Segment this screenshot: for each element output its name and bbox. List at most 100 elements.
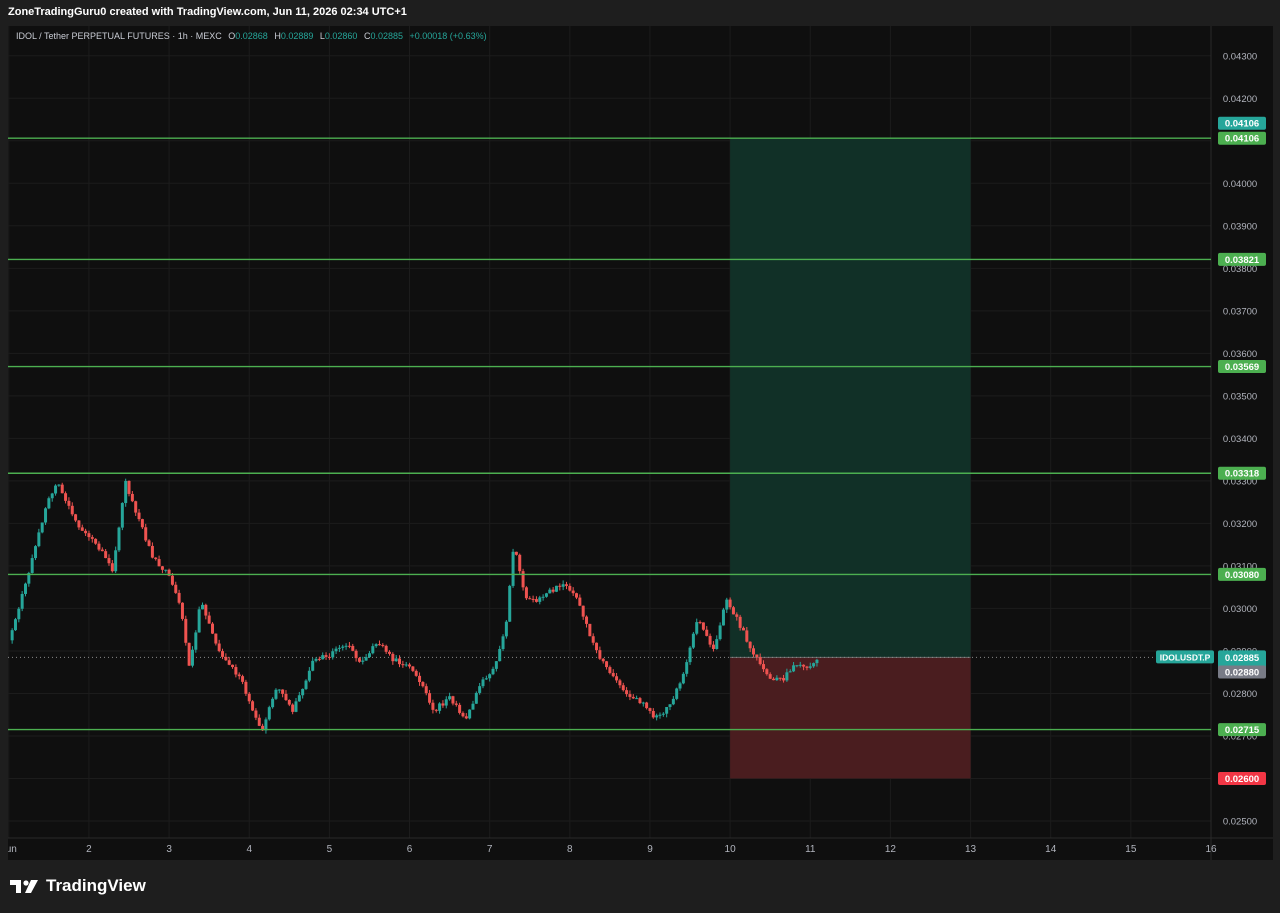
candle-body (735, 614, 739, 617)
candle-body (50, 493, 54, 499)
candle-body (114, 550, 118, 572)
candle-body (481, 679, 485, 687)
stop-price-label: 0.02600 (1225, 774, 1259, 785)
candle-body (575, 593, 579, 598)
candle-body (504, 621, 508, 637)
candle-body (772, 678, 776, 681)
candle-body (140, 519, 144, 528)
candle-body (588, 623, 592, 637)
candle-body (110, 563, 114, 572)
candle-body (484, 678, 488, 680)
candle-body (651, 710, 655, 718)
y-tick-label: 0.03400 (1223, 434, 1257, 445)
candle-body (77, 520, 81, 528)
candle-body (698, 622, 702, 624)
candle-body (391, 653, 395, 662)
x-tick-label: 5 (327, 844, 333, 855)
level-price-label: 0.03569 (1225, 362, 1259, 373)
candle-body (177, 592, 181, 603)
candle-body (524, 587, 528, 599)
candle-body (297, 695, 301, 702)
candle-body (528, 598, 532, 600)
candle-body (57, 484, 61, 486)
candle-body (211, 623, 215, 634)
candle-body (367, 653, 371, 658)
candle-body (207, 615, 211, 624)
candle-body (421, 682, 425, 687)
candle-body (508, 585, 512, 622)
candle-body (344, 645, 348, 647)
candle-body (80, 527, 84, 531)
candle-body (688, 647, 692, 663)
close-value: 0.02885 (370, 31, 403, 41)
candle-body (591, 636, 595, 643)
candle-body (60, 484, 64, 494)
chart-panel[interactable]: 0.025000.026000.027000.028000.029000.030… (8, 26, 1273, 860)
candle-body (548, 589, 552, 594)
gray-price-label: 0.02880 (1225, 667, 1259, 678)
candle-body (428, 693, 432, 703)
candle-body (294, 701, 298, 712)
x-tick-label: 11 (805, 844, 816, 855)
level-price-label: 0.03821 (1225, 255, 1260, 266)
candle-body (762, 664, 766, 670)
candle-body (324, 655, 328, 657)
candle-body (638, 698, 642, 704)
candle-body (70, 505, 74, 515)
target-price-label: 0.04106 (1225, 119, 1259, 130)
candle-body (170, 575, 174, 585)
candle-body (768, 674, 772, 679)
y-tick-label: 0.03600 (1223, 349, 1257, 360)
candle-body (304, 680, 308, 689)
candle-body (511, 551, 515, 586)
candle-body (234, 667, 238, 675)
y-tick-label: 0.03500 (1223, 391, 1257, 402)
candle-body (264, 719, 268, 731)
level-price-label: 0.03080 (1225, 570, 1259, 581)
candle-body (681, 673, 685, 684)
candle-body (745, 630, 749, 642)
candle-body (538, 597, 542, 602)
candle-body (585, 616, 589, 624)
candle-body (117, 527, 121, 551)
change-value: +0.00018 (+0.63%) (409, 31, 487, 41)
candle-body (271, 698, 275, 708)
tradingview-logo[interactable]: TradingView (10, 876, 146, 896)
candle-body (34, 546, 38, 559)
level-price-label: 0.04106 (1225, 134, 1259, 145)
candle-body (788, 671, 792, 673)
candle-body (120, 503, 124, 528)
x-tick-label: 7 (487, 844, 493, 855)
candle-body (331, 651, 335, 658)
candle-body (615, 676, 619, 681)
candle-body (792, 665, 796, 672)
candle-body (214, 633, 218, 644)
candle-body (127, 480, 131, 494)
tradingview-brand: TradingView (46, 876, 146, 895)
level-price-label: 0.03318 (1225, 469, 1259, 480)
candle-body (658, 714, 662, 716)
candle-body (798, 664, 802, 666)
price-chart[interactable]: 0.025000.026000.027000.028000.029000.030… (8, 26, 1273, 860)
low-value: 0.02860 (324, 31, 358, 41)
candle-body (561, 584, 565, 587)
candle-body (197, 609, 201, 633)
candle-body (244, 681, 248, 694)
symbol-label: IDOLUSDT.P (1160, 652, 1211, 662)
candle-body (665, 707, 669, 714)
candle-body (251, 701, 255, 711)
x-tick-label: Jun (8, 844, 17, 855)
candle-body (718, 625, 722, 640)
symbol-title: IDOL / Tether PERPETUAL FUTURES · 1h · M… (16, 31, 222, 41)
x-tick-label: 13 (965, 844, 977, 855)
candle-body (94, 538, 98, 544)
candle-body (341, 646, 345, 648)
candle-body (705, 629, 709, 636)
candle-body (721, 609, 725, 626)
candle-body (137, 512, 141, 520)
candle-body (514, 551, 518, 555)
candle-body (782, 678, 786, 681)
candle-body (147, 540, 151, 546)
candle-body (691, 633, 695, 648)
candle-body (605, 661, 609, 668)
